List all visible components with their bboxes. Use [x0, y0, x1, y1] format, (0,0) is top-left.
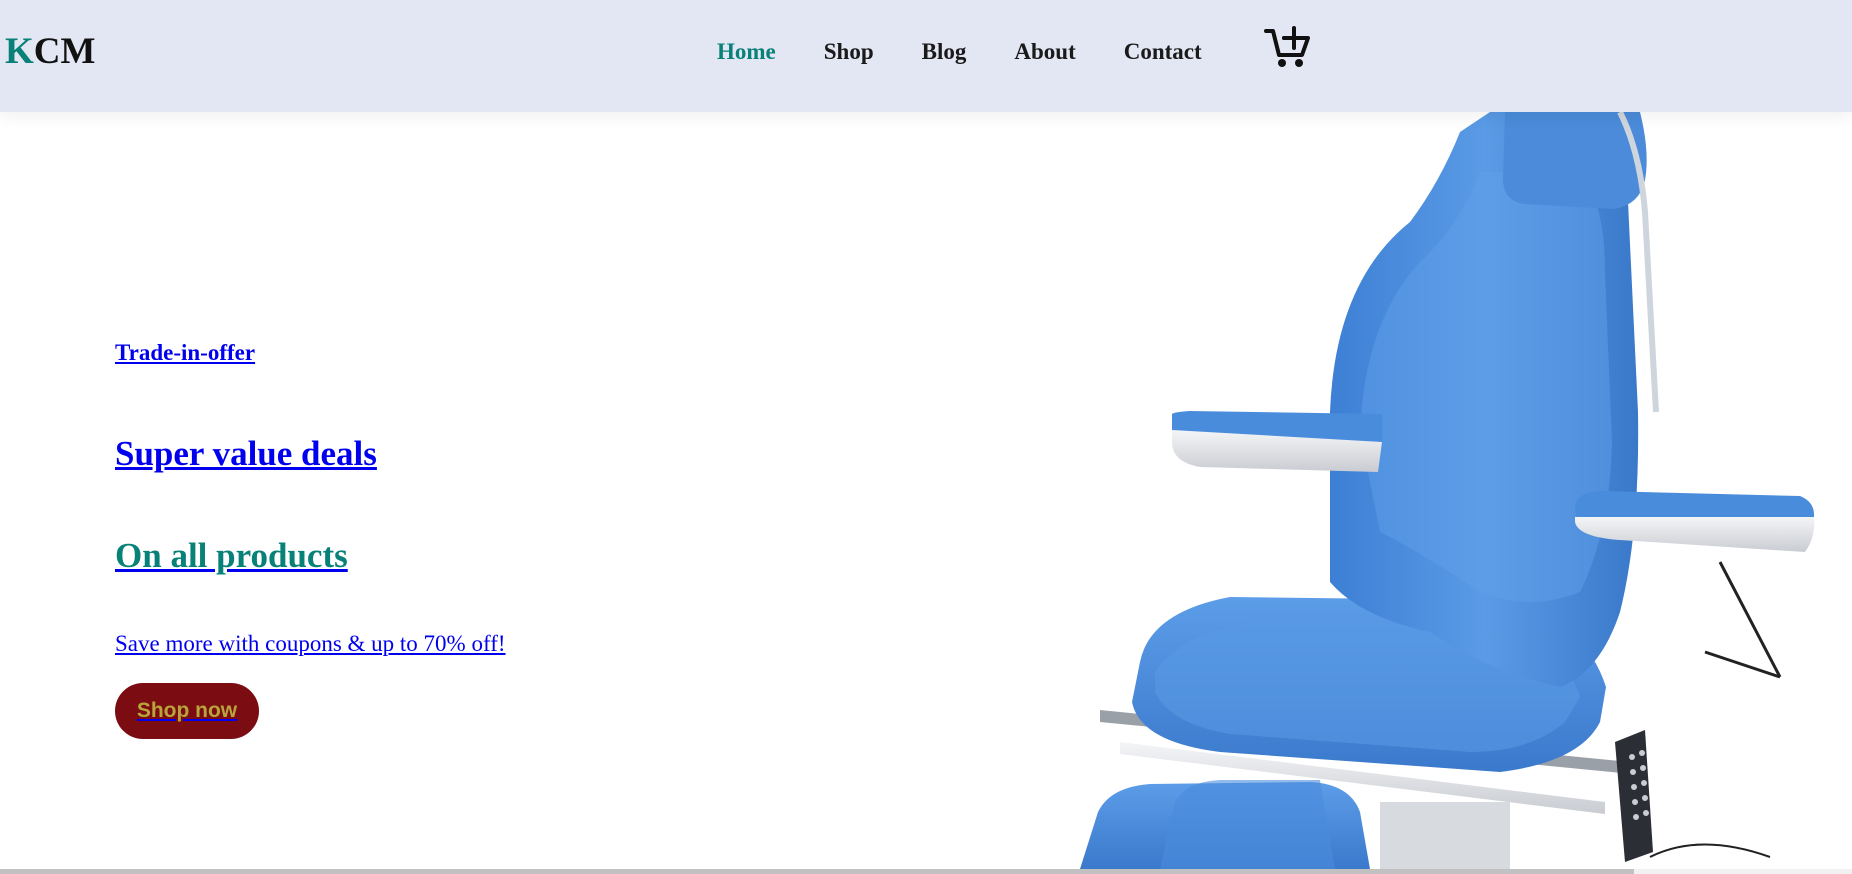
trade-in-offer-link[interactable]: Trade-in-offer — [115, 340, 255, 366]
logo-initial: K — [5, 31, 34, 72]
site-header: KCM Home Shop Blog About Contact — [0, 0, 1852, 112]
main-nav: Home Shop Blog About Contact — [717, 38, 1250, 66]
cart-plus-icon[interactable] — [1264, 26, 1312, 70]
shop-now-button[interactable]: Shop now — [115, 683, 259, 739]
nav-shop[interactable]: Shop — [824, 38, 874, 66]
hero-tagline[interactable]: Save more with coupons & up to 70% off! — [115, 631, 506, 657]
nav-home[interactable]: Home — [717, 38, 776, 66]
hero-headline[interactable]: Super value deals — [115, 434, 377, 474]
logo-rest: CM — [33, 31, 96, 72]
nav-about[interactable]: About — [1014, 38, 1075, 66]
nav-blog[interactable]: Blog — [922, 38, 967, 66]
logo[interactable]: KCM — [5, 30, 95, 73]
horizontal-scrollbar-thumb[interactable] — [0, 869, 1634, 874]
hero-subheadline[interactable]: On all products — [115, 536, 348, 576]
nav-contact[interactable]: Contact — [1124, 38, 1202, 66]
hero-product-image — [1060, 112, 1852, 869]
